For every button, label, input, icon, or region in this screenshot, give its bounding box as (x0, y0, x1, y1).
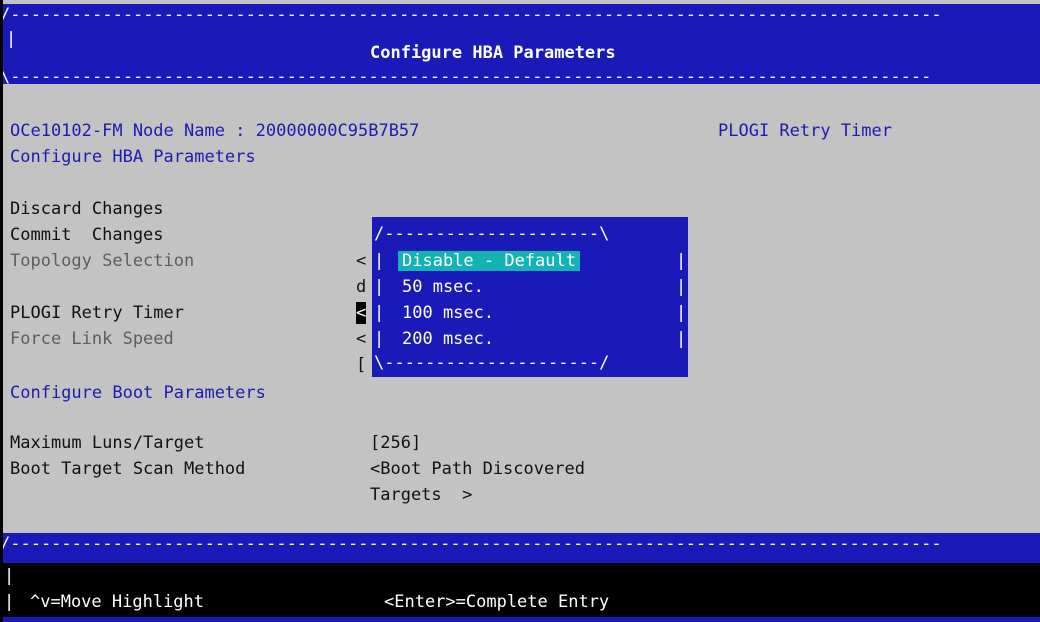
max-luns-label: Maximum Luns/Target (10, 433, 205, 453)
popup-side-left: | (374, 277, 385, 297)
header-top-border: /---------------------------------------… (0, 5, 942, 25)
popup-side-right: | (676, 329, 687, 349)
popup-side-right: | (676, 303, 687, 323)
boot-scan-method-value-cont[interactable]: Targets > (370, 484, 472, 506)
obscured-bracket-fragment: [ (356, 355, 367, 375)
plogi-timer-popup: /---------------------\ | Disable - Defa… (372, 217, 688, 377)
plogi-retry-timer-label[interactable]: PLOGI Retry Timer (10, 302, 184, 324)
footer-top-border: /---------------------------------------… (0, 534, 942, 554)
bios-config-screen: /---------------------------------------… (0, 0, 1040, 622)
section-title: Configure HBA Parameters (10, 147, 256, 167)
popup-bottom-border: \---------------------/ (374, 353, 610, 373)
help-title: PLOGI Retry Timer (718, 121, 892, 141)
popup-option-50-msec[interactable]: 50 msec. (402, 276, 484, 298)
header-bar: /---------------------------------------… (0, 4, 1040, 87)
popup-side-right: | (676, 251, 687, 271)
popup-side-right: | (676, 277, 687, 297)
force-link-speed-label: Force Link Speed (10, 329, 174, 349)
option-label: Disable - Default (398, 251, 580, 271)
popup-side-left: | (374, 329, 385, 349)
hint-move-highlight: ^v=Move Highlight (30, 592, 204, 612)
popup-top-border: /---------------------\ (374, 224, 610, 244)
popup-side-left: | (374, 251, 385, 271)
popup-option-disable-default[interactable]: Disable - Default (398, 250, 580, 272)
plogi-retry-timer-value[interactable]: < (356, 302, 367, 324)
footer-hint-band: | | ^v=Move Highlight <Enter>=Complete E… (0, 563, 1040, 617)
boot-parameters-item[interactable]: Configure Boot Parameters (10, 382, 266, 404)
popup-option-200-msec[interactable]: 200 msec. (402, 328, 494, 350)
boot-scan-method-label: Boot Target Scan Method (10, 459, 246, 479)
topology-selection-value[interactable]: < (356, 250, 366, 272)
max-luns-value[interactable]: [256] (370, 432, 421, 454)
obscured-value-fragment: d (356, 277, 367, 297)
left-edge-border (0, 0, 3, 622)
footer-left-border: | (4, 566, 15, 586)
node-name-line: OCe10102-FM Node Name : 20000000C95B7B57 (10, 121, 420, 141)
popup-side-left: | (374, 303, 385, 323)
hint-complete-entry: <Enter>=Complete Entry (384, 592, 610, 612)
header-left-border: | (6, 29, 17, 49)
footer-bar: /---------------------------------------… (0, 533, 1040, 622)
topology-selection-label: Topology Selection (10, 251, 195, 271)
popup-option-100-msec[interactable]: 100 msec. (402, 302, 494, 324)
force-link-speed-value[interactable]: < (356, 328, 366, 350)
page-title: Configure HBA Parameters (370, 43, 616, 63)
header-bottom-border: \---------------------------------------… (0, 67, 932, 87)
footer-left-border: | (4, 592, 15, 612)
boot-scan-method-value[interactable]: <Boot Path Discovered (370, 458, 585, 480)
commit-changes-item[interactable]: Commit Changes (10, 224, 164, 246)
discard-changes-item[interactable]: Discard Changes (10, 198, 164, 220)
